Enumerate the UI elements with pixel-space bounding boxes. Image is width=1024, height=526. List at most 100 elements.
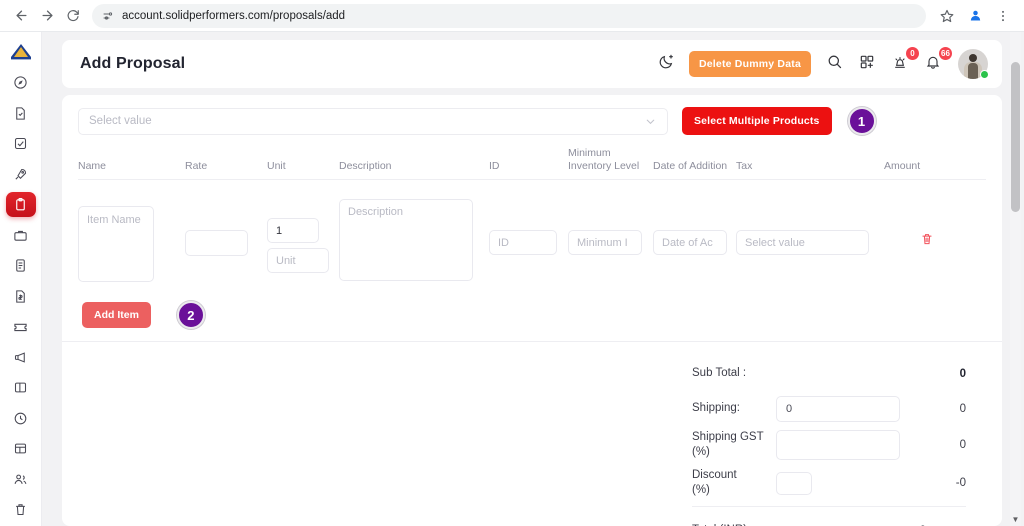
bookmark-button[interactable]	[934, 3, 960, 29]
sidebar-item-tasks[interactable]	[6, 131, 36, 156]
product-select-dropdown[interactable]: Select value	[78, 107, 668, 135]
chevron-down-icon	[644, 115, 657, 128]
cell-description	[339, 192, 489, 286]
delete-dummy-data-button[interactable]: Delete Dummy Data	[688, 51, 811, 77]
trash-icon	[13, 502, 28, 517]
sidebar-item-activity[interactable]	[6, 406, 36, 431]
dark-mode-toggle[interactable]	[656, 54, 676, 74]
main-content: Add Proposal Delete Dummy Data 0 66 Sele…	[42, 32, 1024, 526]
sidebar-item-leads[interactable]	[6, 101, 36, 126]
alerts-button[interactable]: 0	[890, 47, 919, 74]
users-icon	[13, 472, 28, 487]
add-item-row: Add Item 2	[62, 287, 1002, 343]
forward-button[interactable]	[34, 3, 60, 29]
discount-label-line2: (%)	[692, 484, 710, 497]
compass-icon	[13, 75, 28, 90]
sidebar-item-deals[interactable]	[6, 162, 36, 187]
discount-input[interactable]	[776, 471, 812, 495]
sidebar-item-tables[interactable]	[6, 436, 36, 461]
step-badge-1: 1	[847, 107, 876, 135]
sidebar	[0, 32, 42, 526]
column-header-minimum-inventory-level: Minimum Inventory Level	[568, 147, 653, 173]
grand-total-row: Total (INR): 0	[692, 517, 966, 526]
sidebar-item-payments[interactable]	[6, 284, 36, 309]
star-icon	[940, 9, 954, 23]
ticket-icon	[13, 319, 28, 334]
sidebar-item-campaigns[interactable]	[6, 345, 36, 370]
date-of-addition-input[interactable]	[653, 230, 727, 256]
avatar[interactable]	[958, 49, 989, 79]
sidebar-item-dashboard[interactable]	[6, 70, 36, 95]
site-settings-icon[interactable]	[102, 10, 114, 22]
cell-minimum-inventory	[568, 192, 653, 256]
back-button[interactable]	[8, 3, 34, 29]
tax-select-input[interactable]	[736, 230, 869, 256]
address-bar[interactable]: account.solidperformers.com/proposals/ad…	[92, 3, 926, 28]
scrollbar-thumb[interactable]	[1011, 62, 1020, 212]
sub-total-value: 0	[959, 367, 966, 380]
unit-input[interactable]	[267, 248, 329, 274]
company-logo[interactable]	[6, 38, 36, 64]
sidebar-item-invoices[interactable]	[6, 253, 36, 278]
items-table: Name Rate Unit Description ID Minimum In…	[78, 147, 986, 287]
search-icon	[826, 53, 843, 75]
quantity-input[interactable]	[267, 218, 319, 244]
column-header-id: ID	[489, 160, 500, 173]
arrow-right-icon	[40, 8, 55, 23]
shipping-row: Shipping: 0	[692, 395, 966, 422]
reload-icon	[66, 9, 80, 23]
cell-id	[489, 192, 568, 256]
bell-icon	[925, 54, 941, 75]
rocket-icon	[13, 167, 28, 182]
add-item-button[interactable]: Add Item	[82, 302, 151, 329]
briefcase-icon	[13, 228, 28, 243]
sidebar-item-tickets[interactable]	[6, 314, 36, 339]
cell-tax	[736, 192, 884, 256]
notifications-button[interactable]: 66	[923, 47, 952, 75]
column-header-minimum-line1: Minimum	[568, 147, 611, 159]
sidebar-item-reports[interactable]	[6, 375, 36, 400]
id-input[interactable]	[489, 230, 557, 256]
clipboard-icon	[13, 197, 28, 212]
shipping-input[interactable]	[776, 395, 900, 422]
shipping-value: 0	[959, 402, 966, 415]
column-header-tax: Tax	[736, 160, 753, 173]
rate-input[interactable]	[185, 230, 248, 257]
column-header-name: Name	[78, 160, 107, 173]
sidebar-item-recyclebin[interactable]	[6, 497, 36, 522]
document-dollar-icon	[13, 289, 28, 304]
sidebar-item-proposals[interactable]	[5, 192, 36, 217]
column-header-amount: Amount	[884, 160, 921, 173]
cell-date-of-addition	[653, 192, 736, 256]
sidebar-item-projects[interactable]	[6, 223, 36, 248]
select-multiple-products-button[interactable]: Select Multiple Products	[682, 107, 832, 135]
shipping-gst-input[interactable]	[776, 430, 900, 461]
sub-total-label: Sub Total :	[692, 367, 747, 380]
delete-row-button[interactable]	[920, 192, 986, 251]
item-name-input[interactable]	[78, 206, 154, 283]
apps-button[interactable]	[857, 54, 877, 74]
sidebar-item-users[interactable]	[6, 467, 36, 492]
description-input[interactable]	[339, 199, 473, 282]
browser-menu-button[interactable]	[990, 3, 1016, 29]
shipping-gst-value: 0	[959, 439, 966, 452]
qr-grid-icon	[859, 54, 875, 75]
trash-icon	[920, 232, 934, 251]
page-title: Add Proposal	[80, 55, 186, 72]
shipping-gst-label-line2: (%)	[692, 446, 710, 459]
online-status-dot	[980, 70, 989, 79]
clock-icon	[13, 411, 28, 426]
shipping-label: Shipping:	[692, 402, 740, 415]
profile-button[interactable]	[962, 3, 988, 29]
column-header-date-of-addition: Date of Addition	[653, 160, 728, 173]
megaphone-icon	[13, 350, 28, 365]
arrow-left-icon	[14, 8, 29, 23]
alerts-badge: 0	[906, 47, 919, 60]
totals-divider	[692, 506, 966, 508]
scroll-down-arrow-icon[interactable]: ▼	[1010, 515, 1021, 524]
reload-button[interactable]	[60, 3, 86, 29]
column-header-unit: Unit	[267, 160, 286, 173]
vertical-scrollbar[interactable]: ▼	[1010, 32, 1021, 526]
minimum-inventory-input[interactable]	[568, 230, 642, 256]
search-button[interactable]	[824, 54, 844, 74]
